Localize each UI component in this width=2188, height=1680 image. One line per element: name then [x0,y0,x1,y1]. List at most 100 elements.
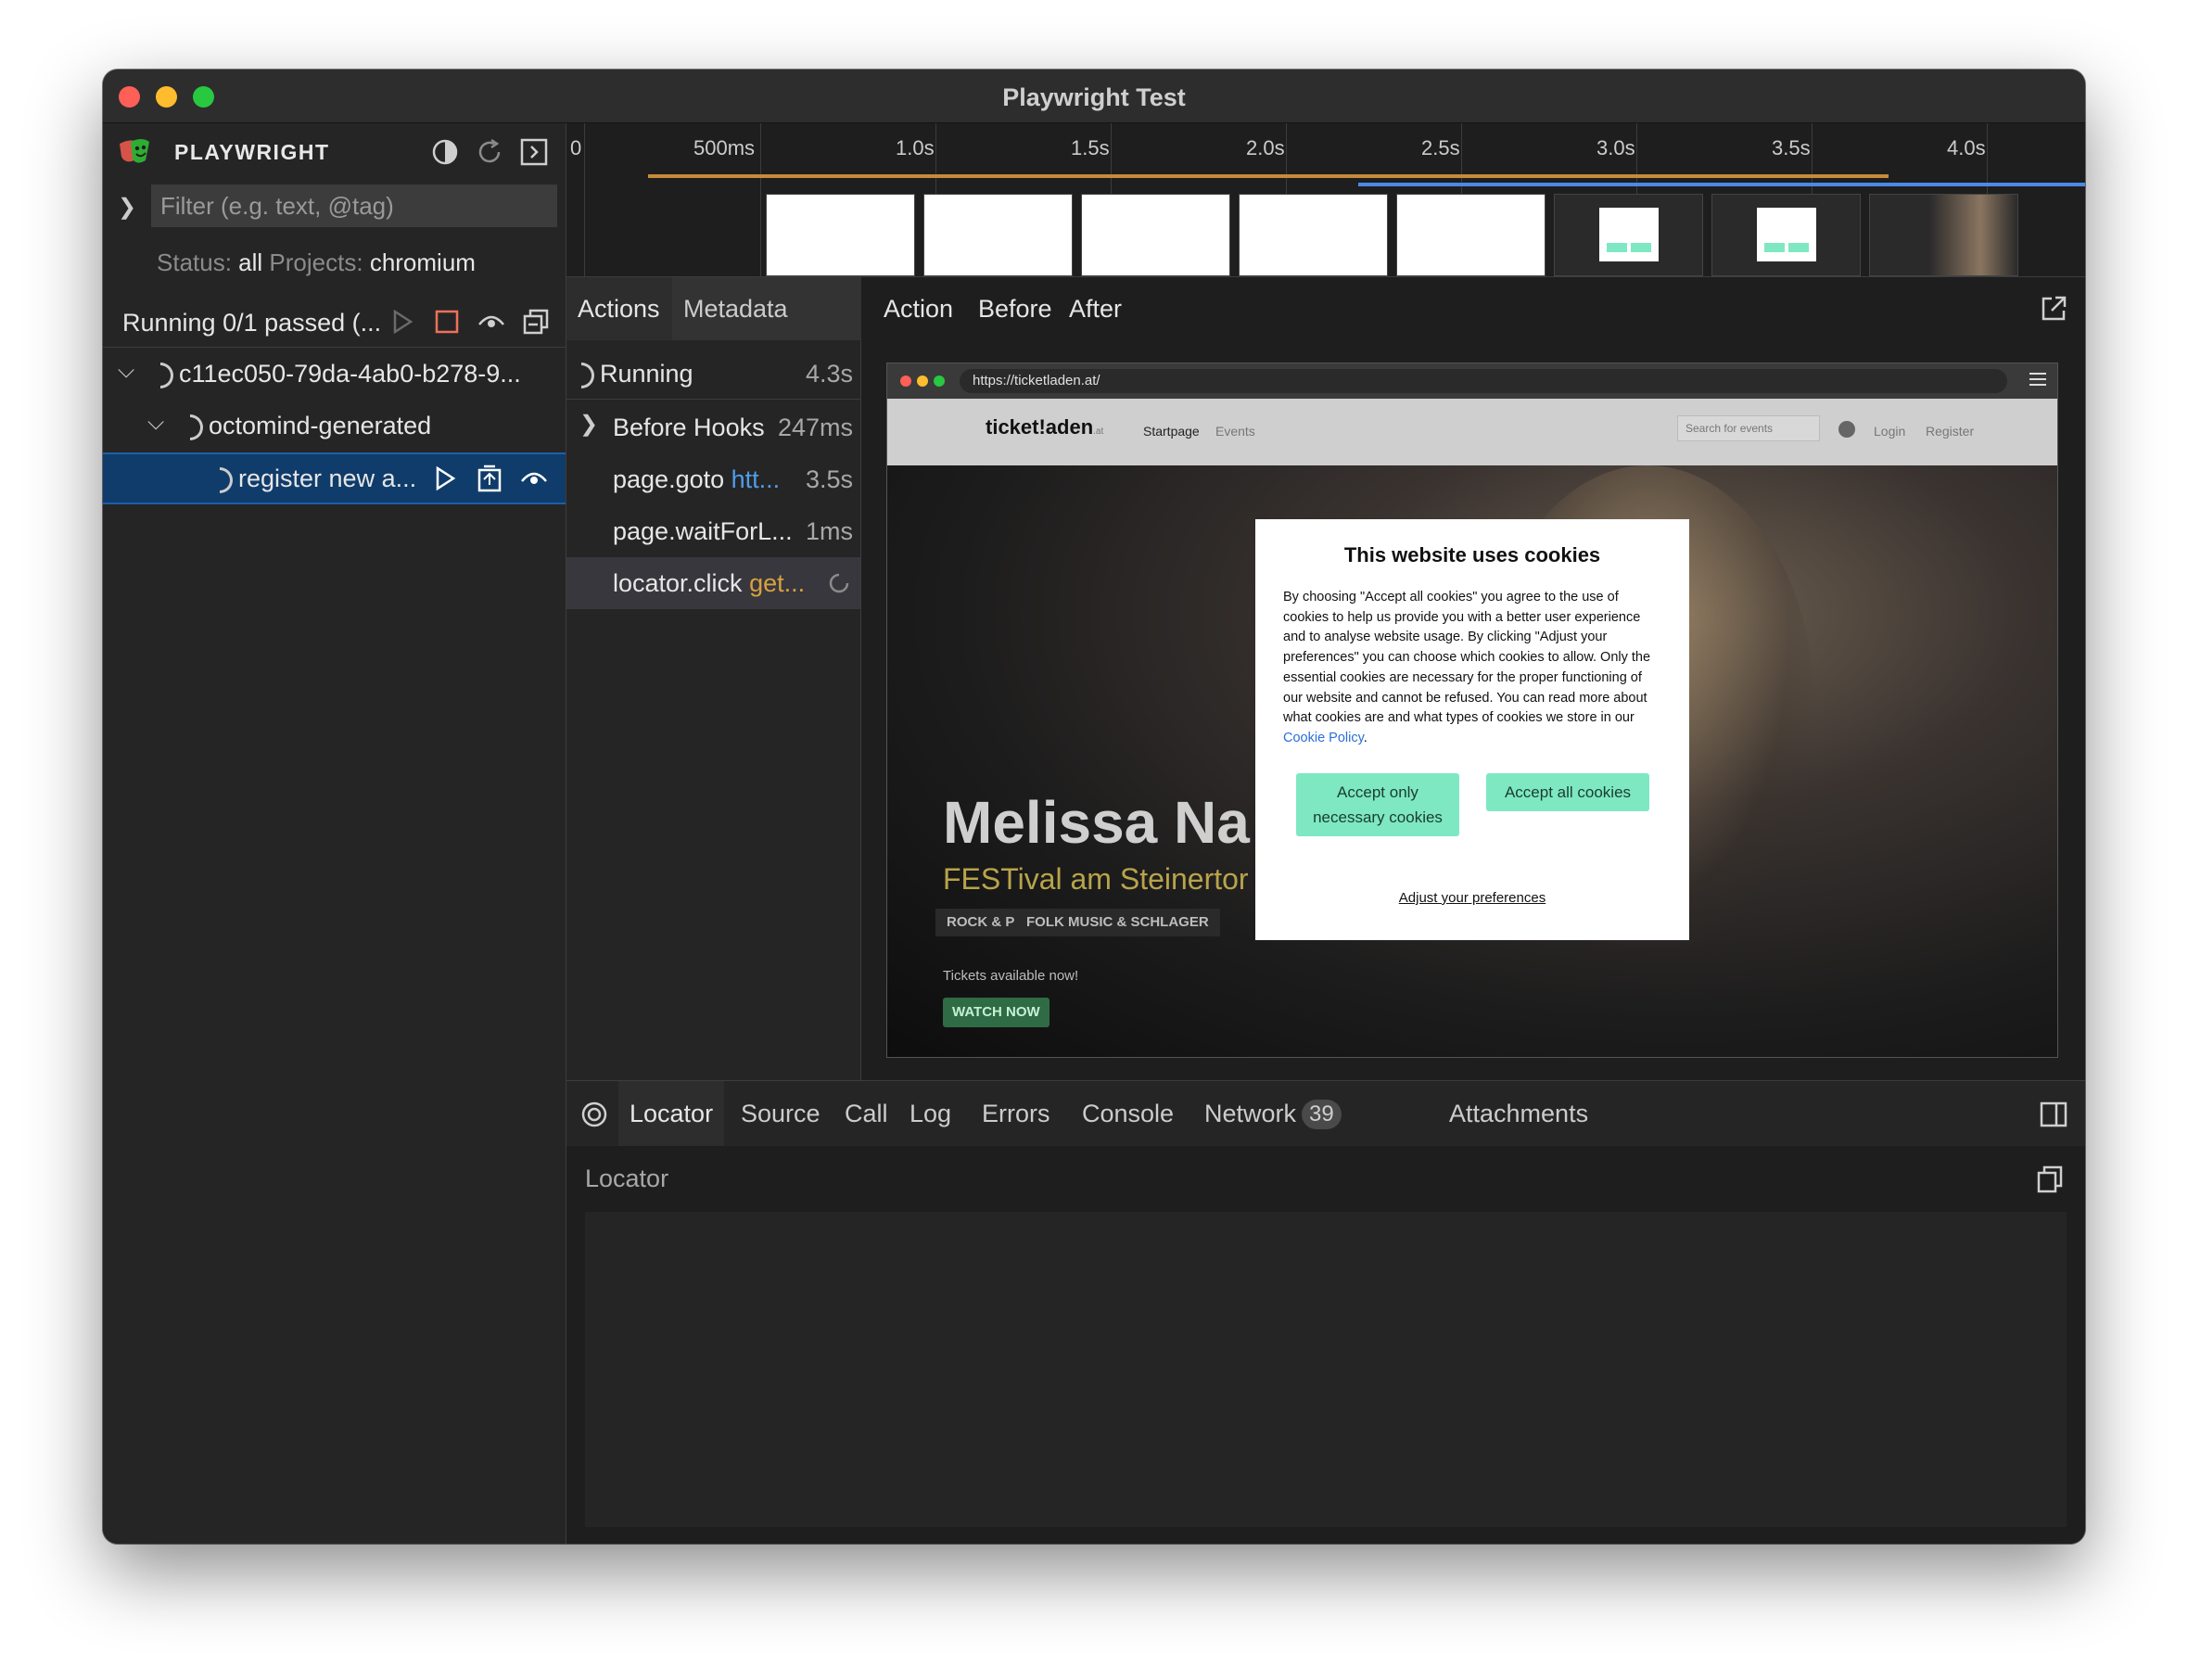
timeline[interactable]: 0 500ms 1.0s 1.5s 2.0s 2.5s 3.0s 3.5s 4.… [566,123,2085,277]
filter-row: ❯ [103,183,566,229]
app-window: Playwright Test PLAYWRIGHT ❯ Filter (e.g… [103,70,2085,1544]
timeline-thumbnail[interactable] [923,194,1073,276]
timeline-thumbnail[interactable] [1869,194,2018,276]
tree-item-label: c11ec050-79da-4ab0-b278-9... [179,360,521,388]
tab-errors[interactable]: Errors [982,1081,1050,1146]
timeline-thumbnail[interactable] [1711,194,1861,276]
tree-item-test[interactable]: register new a... [103,452,566,504]
user-icon[interactable] [1838,421,1855,438]
action-bar-click[interactable] [1358,183,2085,186]
action-time: 3.5s [805,465,853,493]
timeline-thumbnail[interactable] [1554,194,1703,276]
locator-editor[interactable] [585,1212,2067,1527]
open-external-icon[interactable] [2039,294,2068,324]
watch-now-button[interactable]: WATCH NOW [943,998,1049,1027]
nav-link-startpage[interactable]: Startpage [1143,424,1200,439]
run-status-bar: Running 0/1 passed (... [103,296,566,348]
reload-icon[interactable] [474,136,505,168]
nav-link-login[interactable]: Login [1874,424,1905,439]
action-name: page.goto [613,465,725,493]
tree-item-suite[interactable]: ⌵ octomind-generated [103,401,566,452]
tab-action[interactable]: Action [884,277,953,340]
network-count-badge: 39 [1302,1100,1342,1129]
loading-spinner-icon [829,573,849,593]
actions-tabs: Actions Metadata [566,277,861,340]
tick-label: 3.0s [1596,136,1635,159]
hero-event-subtitle: FESTival am Steinertor [943,862,1249,896]
tree-item-file[interactable]: ⌵ c11ec050-79da-4ab0-b278-9... [103,349,566,401]
tab-log[interactable]: Log [910,1081,951,1146]
chevron-down-icon[interactable]: ⌵ [147,410,164,436]
tab-before[interactable]: Before [978,277,1052,340]
action-item-before-hooks[interactable]: ❯ Before Hooks 247ms [566,401,860,453]
pick-locator-icon[interactable] [579,1100,609,1129]
tree-item-label: register new a... [238,465,417,492]
hero-artist-name: Melissa Na [943,789,1250,856]
browser-dot-red [900,375,911,387]
genre-tag[interactable]: FOLK MUSIC & SCHLAGER [1015,909,1220,936]
run-status-text: Running 0/1 passed (... [122,309,382,337]
tab-actions[interactable]: Actions [566,277,672,340]
site-search-input[interactable]: Search for events [1677,415,1820,441]
status-label: Status: [157,248,232,276]
browser-url-bar[interactable]: https://ticketladen.at/ [960,369,2007,393]
status-value[interactable]: all [238,248,262,276]
action-time: 1ms [805,517,853,545]
tick-label: 2.5s [1421,136,1460,159]
collapse-panel-icon[interactable] [518,136,550,168]
status-projects-row[interactable]: Status: all Projects: chromium [157,248,476,277]
toggle-layout-icon[interactable] [2039,1100,2068,1129]
action-name: Running [600,360,693,388]
timeline-thumbnail[interactable] [766,194,915,276]
tab-locator[interactable]: Locator [618,1081,725,1146]
tick-label: 4.0s [1947,136,1986,159]
tick-line [584,123,585,277]
play-icon[interactable] [429,463,461,494]
tab-network[interactable]: Network 39 [1204,1081,1342,1146]
tab-after[interactable]: After [1069,277,1122,340]
timeline-thumbnail[interactable] [1239,194,1388,276]
accept-necessary-cookies-button[interactable]: Accept only necessary cookies [1296,773,1459,836]
action-item-click[interactable]: locator.click get... [566,557,860,609]
playwright-logo-icon [120,139,149,163]
stop-icon[interactable] [431,306,463,337]
chevron-down-icon[interactable]: ⌵ [118,358,134,384]
open-trace-icon[interactable] [474,463,505,494]
action-item-goto[interactable]: page.goto htt... 3.5s [566,453,860,505]
watch-all-eye-icon[interactable] [476,306,507,337]
collapse-all-icon[interactable] [520,306,552,337]
browser-menu-icon[interactable] [2029,373,2046,386]
tab-source[interactable]: Source [741,1081,820,1146]
tick-label: 1.5s [1071,136,1110,159]
tab-call[interactable]: Call [845,1081,888,1146]
copy-icon[interactable] [2035,1165,2065,1194]
accept-all-cookies-button[interactable]: Accept all cookies [1486,773,1649,811]
site-logo[interactable]: ticket!aden.at [986,415,1103,439]
tick-line [760,123,761,277]
cookie-policy-link[interactable]: Cookie Policy [1283,731,1364,745]
action-bar-goto[interactable] [648,174,1889,178]
filter-input[interactable] [151,185,557,227]
chevron-right-icon[interactable]: ❯ [579,411,598,438]
action-item-running[interactable]: Running 4.3s [566,348,860,400]
filter-expand-chevron-icon[interactable]: ❯ [118,194,136,221]
tab-attachments[interactable]: Attachments [1449,1081,1588,1146]
tab-console[interactable]: Console [1082,1081,1174,1146]
nav-link-events[interactable]: Events [1215,424,1255,439]
nav-link-register[interactable]: Register [1926,424,1974,439]
theme-toggle-icon[interactable] [429,136,461,168]
action-name: page.waitForL... [613,517,793,545]
run-all-play-icon[interactable] [387,306,418,337]
projects-value[interactable]: chromium [370,248,476,276]
tick-label: 2.0s [1246,136,1285,159]
timeline-thumbnail[interactable] [1396,194,1546,276]
watch-eye-icon[interactable] [518,463,550,494]
action-name: locator.click [613,569,743,597]
tab-metadata[interactable]: Metadata [672,277,861,340]
action-item-wait[interactable]: page.waitForL... 1ms [566,505,860,557]
adjust-preferences-link[interactable]: Adjust your preferences [1255,890,1689,906]
timeline-thumbnail[interactable] [1081,194,1230,276]
browser-dot-green [934,375,945,387]
tick-label: 0 [570,136,582,159]
cookie-modal-title: This website uses cookies [1343,543,1601,566]
